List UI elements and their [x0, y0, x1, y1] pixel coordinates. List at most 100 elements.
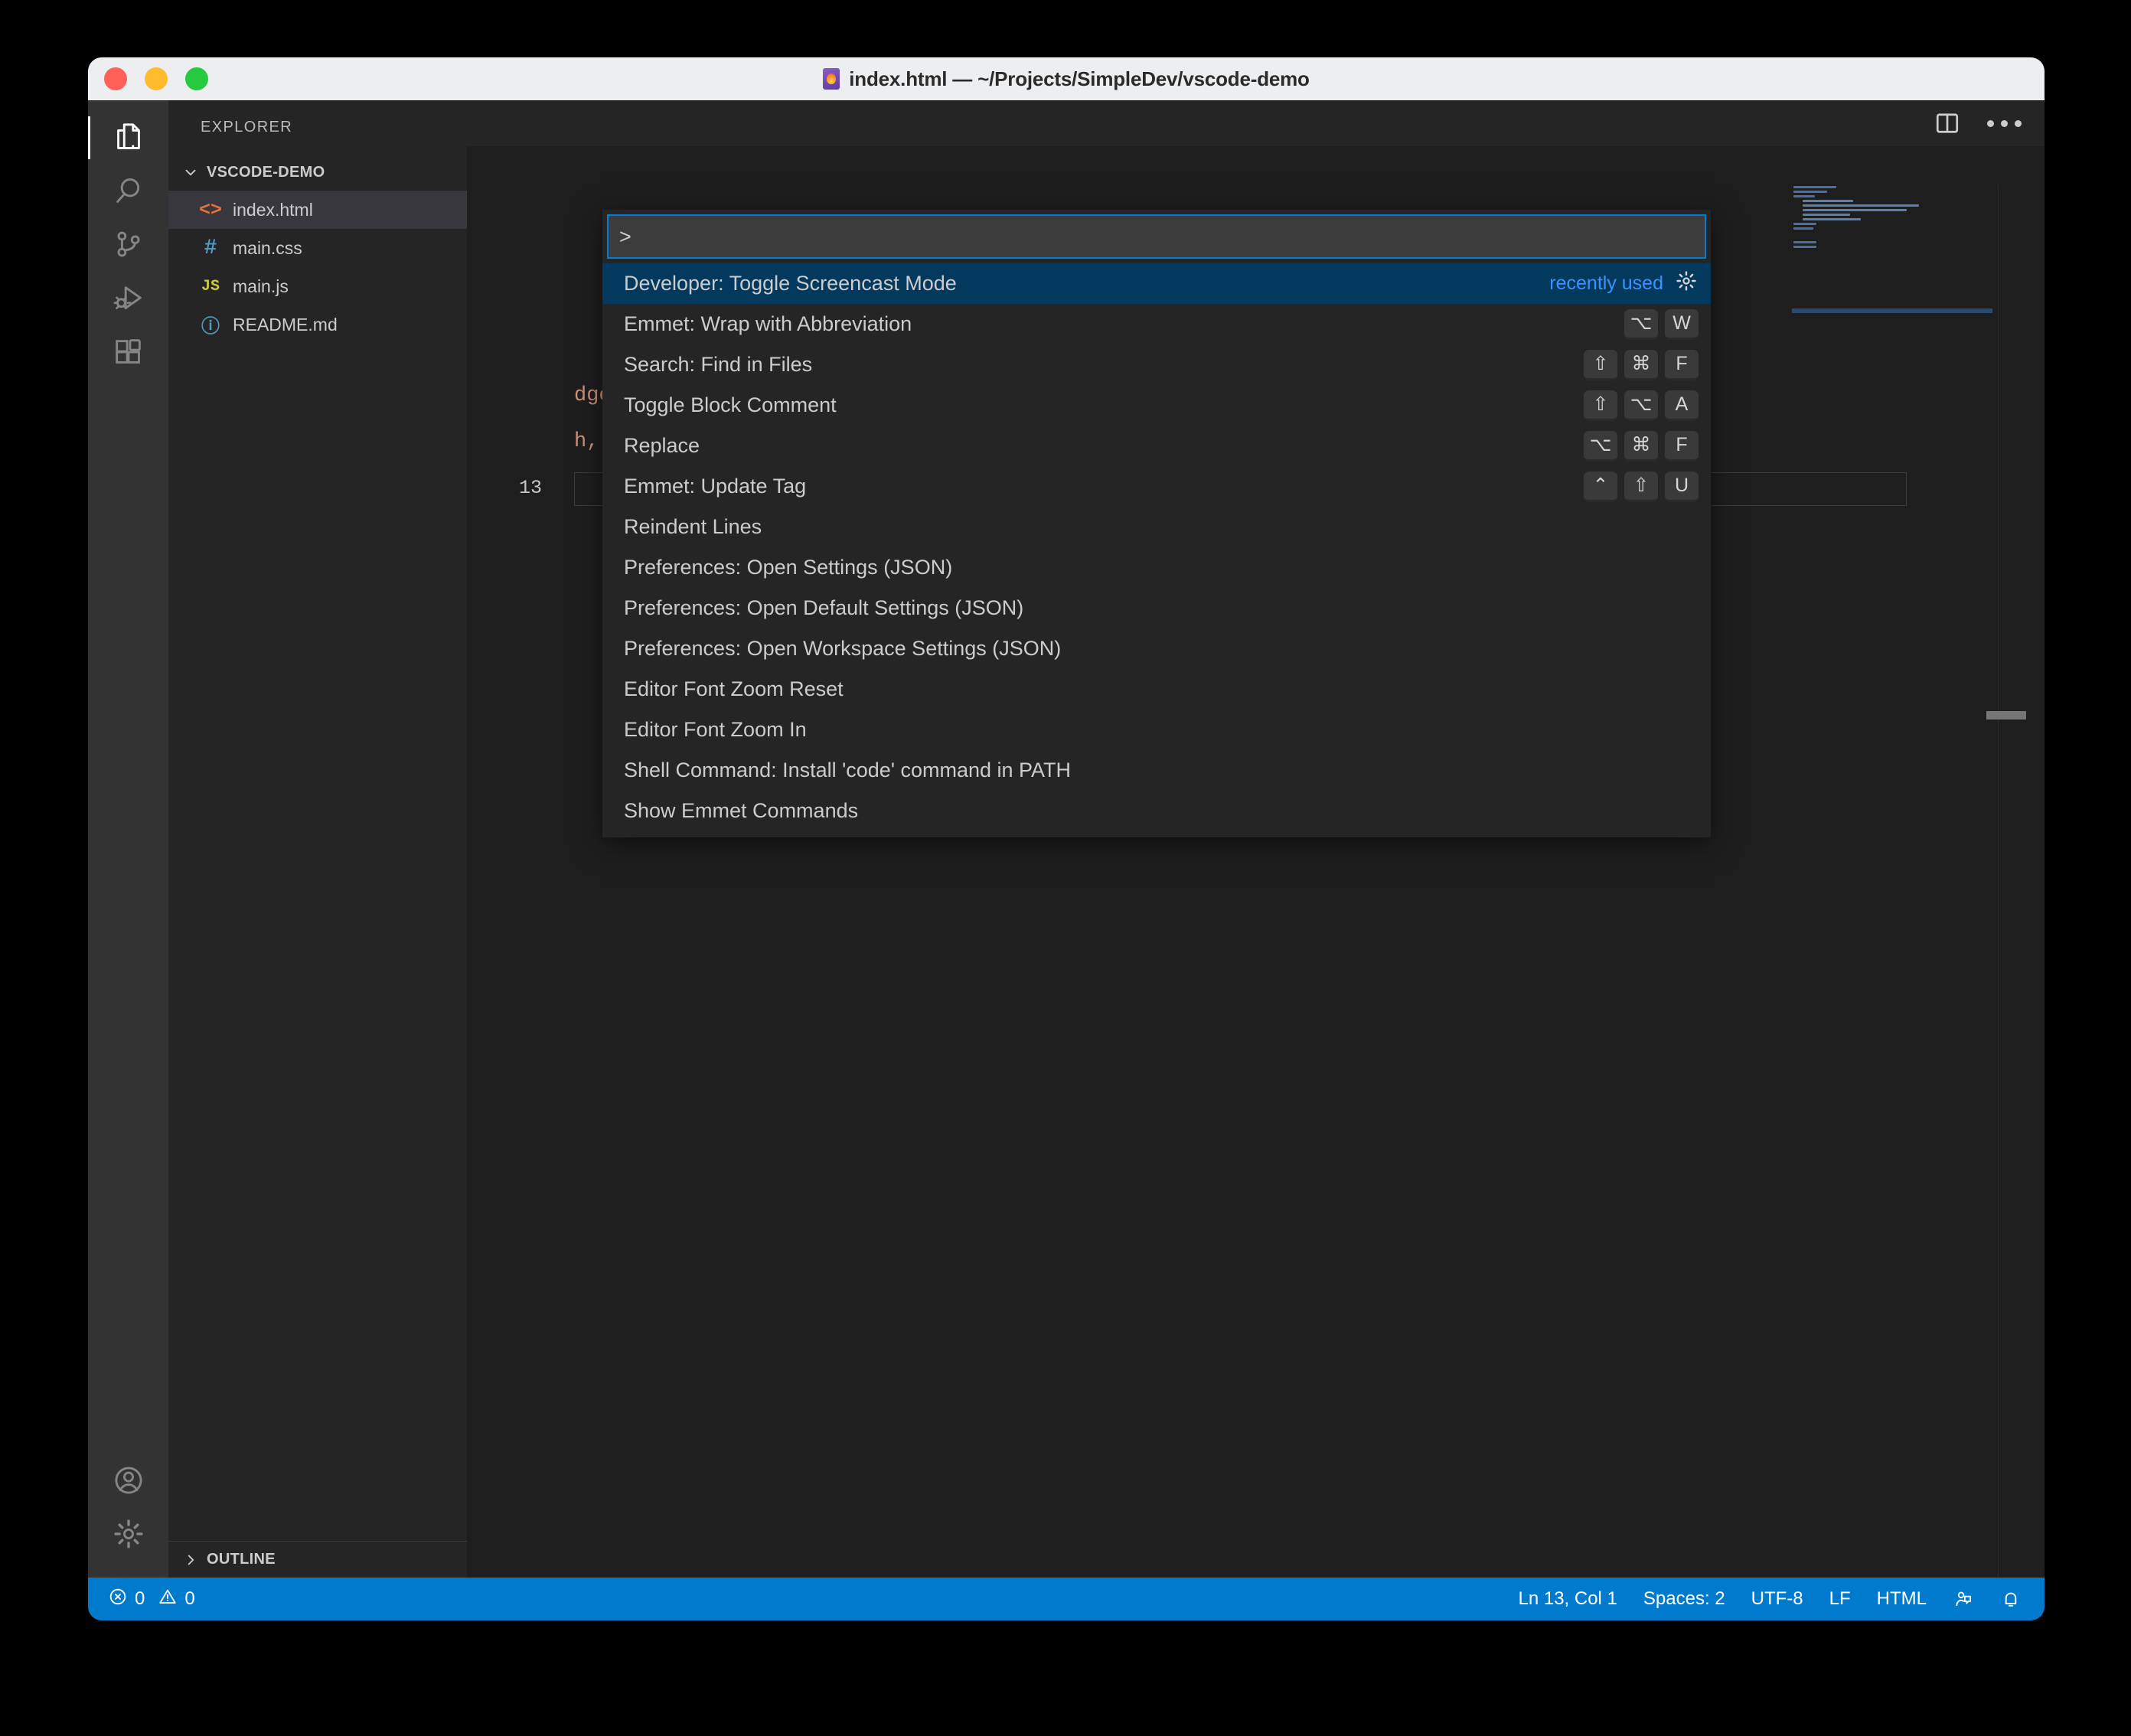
- command-item[interactable]: Editor Font Zoom In: [602, 710, 1711, 750]
- editor-scrollbar-thumb[interactable]: [1986, 711, 2026, 720]
- command-label: Preferences: Open Settings (JSON): [624, 556, 953, 579]
- warning-triangle-icon: [158, 1587, 178, 1612]
- file-item-index-html[interactable]: <> index.html: [168, 191, 467, 229]
- gear-icon[interactable]: [1674, 269, 1699, 299]
- key-chip: F: [1665, 430, 1699, 462]
- indentation-setting[interactable]: Spaces: 2: [1643, 1588, 1725, 1610]
- activity-item-manage[interactable]: [88, 1507, 168, 1561]
- key-chip: U: [1665, 471, 1699, 502]
- command-label: Show Emmet Commands: [624, 799, 859, 822]
- command-item[interactable]: Show Emmet Commands: [602, 791, 1711, 831]
- keybinding: ⇧ ⌥ A: [1584, 390, 1699, 421]
- activity-item-explorer[interactable]: [88, 111, 168, 165]
- file-item-main-js[interactable]: JS main.js: [168, 267, 467, 305]
- command-label: Preferences: Open Default Settings (JSON…: [624, 596, 1024, 619]
- key-chip: ⇧: [1584, 390, 1617, 421]
- command-item[interactable]: Search: Find in Files ⇧ ⌘ F: [602, 344, 1711, 385]
- command-label: Search: Find in Files: [624, 353, 813, 376]
- window-controls[interactable]: [104, 67, 208, 90]
- command-label: Shell Command: Install 'code' command in…: [624, 759, 1072, 782]
- file-label: index.html: [233, 199, 313, 220]
- key-chip: ⌃: [1584, 471, 1617, 502]
- maximize-button[interactable]: [185, 67, 208, 90]
- ellipsis-icon[interactable]: [1987, 119, 2022, 127]
- eol-setting[interactable]: LF: [1829, 1588, 1851, 1610]
- key-chip: ⇧: [1584, 349, 1617, 380]
- command-label: Reindent Lines: [624, 515, 762, 538]
- file-item-readme-md[interactable]: ⓘ README.md: [168, 305, 467, 344]
- minimap-edge: [1998, 184, 1999, 1578]
- command-palette: Developer: Toggle Screencast Mode recent…: [602, 210, 1711, 837]
- split-editor-icon[interactable]: [1934, 109, 1961, 137]
- chevron-right-icon: [182, 1552, 199, 1568]
- command-palette-input[interactable]: [607, 214, 1706, 259]
- command-label: Preferences: Open Workspace Settings (JS…: [624, 637, 1062, 660]
- close-button[interactable]: [104, 67, 127, 90]
- keybinding: ⌃ ⇧ U: [1584, 471, 1699, 502]
- activity-item-source-control[interactable]: [88, 218, 168, 272]
- chevron-down-icon: [182, 164, 199, 181]
- keybinding: ⇧ ⌘ F: [1584, 349, 1699, 380]
- language-mode[interactable]: HTML: [1877, 1588, 1927, 1610]
- activity-item-run-debug[interactable]: [88, 272, 168, 325]
- window-title: index.html — ~/Projects/SimpleDev/vscode…: [849, 67, 1310, 90]
- command-label: Editor Font Zoom Reset: [624, 677, 844, 700]
- key-chip: ⌥: [1584, 430, 1617, 462]
- bell-icon[interactable]: [2000, 1588, 2022, 1610]
- minimap[interactable]: [1792, 184, 1992, 313]
- activity-item-extensions[interactable]: [88, 325, 168, 379]
- activity-item-search[interactable]: [88, 165, 168, 218]
- activity-bar: [88, 100, 168, 1578]
- key-chip: ⌘: [1624, 349, 1658, 380]
- command-item[interactable]: Reindent Lines: [602, 507, 1711, 547]
- keybinding: ⌥ W: [1624, 308, 1699, 340]
- problems-indicator[interactable]: 0 0: [108, 1587, 195, 1612]
- outline-section-header[interactable]: OUTLINE: [168, 1541, 467, 1578]
- command-item[interactable]: Emmet: Wrap with Abbreviation ⌥ W: [602, 304, 1711, 344]
- encoding-setting[interactable]: UTF-8: [1751, 1588, 1803, 1610]
- code-token-string: h,: [574, 430, 599, 453]
- minimize-button[interactable]: [145, 67, 168, 90]
- command-item[interactable]: Preferences: Open Default Settings (JSON…: [602, 588, 1711, 628]
- file-label: README.md: [233, 314, 338, 334]
- file-item-main-css[interactable]: # main.css: [168, 229, 467, 267]
- sidebar-filler: [168, 344, 467, 1541]
- command-item[interactable]: Preferences: Open Settings (JSON): [602, 547, 1711, 588]
- command-label: Emmet: Update Tag: [624, 475, 807, 498]
- key-chip: ⇧: [1624, 471, 1658, 502]
- feedback-icon[interactable]: [1953, 1588, 1974, 1610]
- vscode-window: index.html — ~/Projects/SimpleDev/vscode…: [88, 57, 2045, 1620]
- outline-label: OUTLINE: [207, 1551, 276, 1568]
- warning-count: 0: [184, 1588, 195, 1609]
- recently-used-badge: recently used: [1549, 272, 1663, 294]
- folder-vscode-demo[interactable]: VSCODE-DEMO: [168, 154, 467, 191]
- search-icon: [111, 174, 146, 209]
- key-chip: ⌥: [1624, 308, 1658, 340]
- sidebar: EXPLORER VSCODE-DEMO <> index.html # mai…: [168, 100, 467, 1578]
- command-label: Developer: Toggle Screencast Mode: [624, 272, 957, 295]
- command-label: Toggle Block Comment: [624, 393, 837, 416]
- activity-item-accounts[interactable]: [88, 1454, 168, 1507]
- js-file-icon: JS: [201, 277, 220, 295]
- command-item[interactable]: Shell Command: Install 'code' command in…: [602, 750, 1711, 791]
- command-item[interactable]: Emmet: Update Tag ⌃ ⇧ U: [602, 466, 1711, 507]
- command-item[interactable]: Replace ⌥ ⌘ F: [602, 426, 1711, 466]
- error-circle-icon: [108, 1587, 128, 1612]
- key-chip: ⌥: [1624, 390, 1658, 421]
- files-icon: [111, 120, 146, 155]
- title-bar: index.html — ~/Projects/SimpleDev/vscode…: [88, 57, 2045, 100]
- command-label: Emmet: Wrap with Abbreviation: [624, 312, 912, 335]
- command-item[interactable]: Developer: Toggle Screencast Mode recent…: [602, 263, 1711, 304]
- html-file-icon: [823, 68, 840, 90]
- line-number-current: 13: [518, 476, 542, 499]
- cursor-position[interactable]: Ln 13, Col 1: [1518, 1588, 1617, 1610]
- key-chip: W: [1665, 308, 1699, 340]
- command-item[interactable]: Preferences: Open Workspace Settings (JS…: [602, 628, 1711, 669]
- keybinding: ⌥ ⌘ F: [1584, 430, 1699, 462]
- source-control-icon: [111, 227, 146, 263]
- editor-toolbar: [467, 100, 2045, 146]
- command-item[interactable]: Editor Font Zoom Reset: [602, 669, 1711, 710]
- command-item[interactable]: Toggle Block Comment ⇧ ⌥ A: [602, 385, 1711, 426]
- status-bar: 0 0 Ln 13, Col 1 Spaces: 2 UTF-8 LF HTML: [88, 1578, 2045, 1620]
- key-chip: A: [1665, 390, 1699, 421]
